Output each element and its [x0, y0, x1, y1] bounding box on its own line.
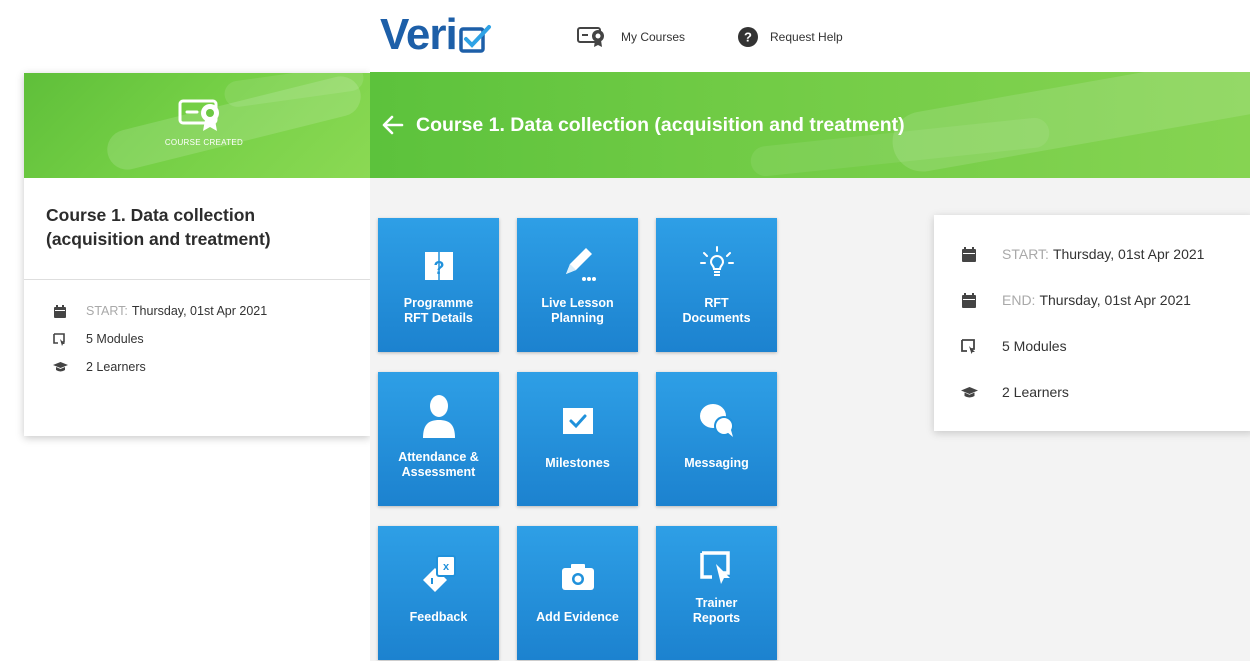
- course-card-banner: COURSE CREATED: [24, 73, 370, 178]
- certificate-icon: [577, 26, 609, 48]
- camera-icon: [561, 564, 594, 590]
- tile-milestones[interactable]: Milestones: [517, 372, 638, 506]
- start-value: Thursday, 01st Apr 2021: [131, 304, 268, 318]
- modules-count: 5 Modules: [1002, 338, 1067, 354]
- calendar-icon: [960, 246, 978, 262]
- tile-label: Attendance & Assessment: [398, 450, 479, 479]
- book-cursor-icon: [960, 338, 978, 354]
- learners-count: 2 Learners: [1002, 384, 1069, 400]
- request-help-label: Request Help: [770, 30, 843, 44]
- top-navigation: Veri My Courses ? Request Help: [370, 0, 1250, 72]
- nav-request-help[interactable]: ? Request Help: [738, 25, 843, 49]
- tile-rft-documents[interactable]: RFT Documents: [656, 218, 777, 352]
- book-cursor-icon: [699, 551, 730, 584]
- graduation-cap-icon: [960, 384, 978, 400]
- tile-live-lesson-planning[interactable]: Live Lesson Planning: [517, 218, 638, 352]
- course-card-title[interactable]: Course 1. Data collection (acquisition a…: [46, 203, 346, 251]
- tile-label: Live Lesson Planning: [541, 296, 614, 325]
- tile-label: Trainer Reports: [692, 596, 741, 625]
- start-label: START:: [1002, 246, 1049, 262]
- back-arrow-icon[interactable]: [380, 112, 406, 138]
- svg-text:x: x: [442, 561, 449, 573]
- course-card[interactable]: COURSE CREATED Course 1. Data collection…: [24, 73, 370, 436]
- lightbulb-icon: [699, 246, 734, 276]
- my-courses-label: My Courses: [621, 30, 686, 44]
- tile-label: Programme RFT Details: [403, 296, 474, 325]
- end-date-row: END: Thursday, 01st Apr 2021: [960, 290, 1191, 310]
- end-label: END:: [1002, 292, 1036, 308]
- start-label: START:: [86, 304, 128, 318]
- svg-text:?: ?: [744, 30, 752, 45]
- tile-label: Feedback: [409, 610, 468, 624]
- svg-text:?: ?: [433, 258, 444, 278]
- page-title: Course 1. Data collection (acquisition a…: [416, 114, 905, 136]
- learners-count: 2 Learners: [86, 360, 146, 374]
- end-value: Thursday, 01st Apr 2021: [1039, 292, 1191, 308]
- certificate-icon: [178, 99, 219, 131]
- start-date-row: START: Thursday, 01st Apr 2021: [52, 302, 267, 320]
- course-app: Veri My Courses ? Request Help Course 1.…: [370, 0, 1250, 661]
- tile-label: Milestones: [545, 456, 610, 470]
- start-value: Thursday, 01st Apr 2021: [1052, 246, 1205, 262]
- feedback-cards-icon: x: [422, 555, 456, 592]
- tile-feedback[interactable]: x Feedback: [378, 526, 499, 660]
- main-content: ? Programme RFT Details Live Lesson Planni…: [370, 178, 1250, 661]
- start-date-row: START: Thursday, 01st Apr 2021: [960, 244, 1204, 264]
- course-created-label: COURSE CREATED: [164, 138, 244, 147]
- calendar-icon: [960, 292, 978, 308]
- divider: [24, 279, 370, 280]
- book-cursor-icon: [52, 332, 68, 346]
- pencil-icon: [565, 248, 596, 281]
- tile-label: RFT Documents: [682, 296, 751, 325]
- help-icon: ?: [738, 27, 758, 47]
- tile-programme-rft-details[interactable]: ? Programme RFT Details: [378, 218, 499, 352]
- tile-attendance-assessment[interactable]: Attendance & Assessment: [378, 372, 499, 506]
- course-header: Course 1. Data collection (acquisition a…: [370, 72, 1250, 178]
- calendar-icon: [52, 304, 68, 318]
- tile-trainer-reports[interactable]: Trainer Reports: [656, 526, 777, 660]
- modules-count: 5 Modules: [86, 332, 144, 346]
- person-icon: [422, 395, 455, 438]
- check-book-icon: [562, 408, 593, 434]
- chat-bubbles-icon: [699, 404, 734, 437]
- modules-row: 5 Modules: [52, 330, 144, 348]
- page: COURSE CREATED Course 1. Data collection…: [0, 0, 1250, 661]
- modules-row: 5 Modules: [960, 336, 1067, 356]
- learners-row: 2 Learners: [52, 358, 146, 376]
- learners-row: 2 Learners: [960, 382, 1069, 402]
- graduation-cap-icon: [52, 360, 68, 374]
- question-book-icon: ?: [424, 252, 453, 280]
- tile-label: Messaging: [684, 456, 749, 470]
- course-info-card: START: Thursday, 01st Apr 2021 END: Thur…: [934, 215, 1250, 431]
- tile-add-evidence[interactable]: Add Evidence: [517, 526, 638, 660]
- tile-messaging[interactable]: Messaging: [656, 372, 777, 506]
- nav-my-courses[interactable]: My Courses: [577, 25, 685, 49]
- veri-logo[interactable]: Veri: [380, 10, 493, 60]
- tile-label: Add Evidence: [536, 610, 619, 624]
- checkbox-logo-icon: [459, 25, 491, 53]
